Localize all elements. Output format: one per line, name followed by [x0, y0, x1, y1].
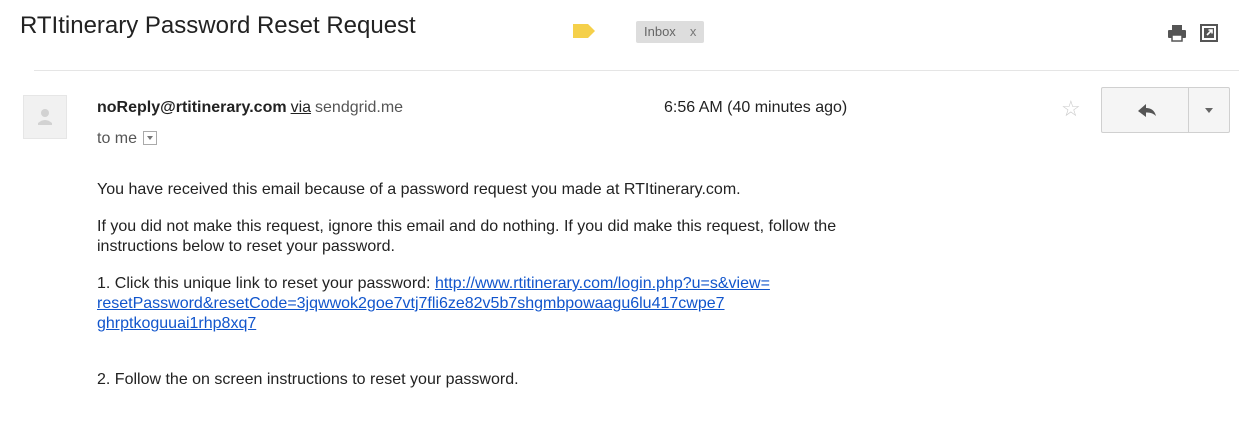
via-domain: sendgrid.me	[315, 99, 404, 116]
step-2-line: 2. Follow the on screen instructions to …	[97, 371, 519, 388]
sender-email[interactable]: noReply@rtitinerary.com	[97, 99, 287, 116]
avatar-placeholder-icon	[38, 109, 52, 125]
body-paragraph-2-line-1: If you did not make this request, ignore…	[97, 218, 837, 235]
more-actions-button[interactable]	[1189, 88, 1229, 132]
step-1-text: 1. Click this unique link to reset your …	[97, 275, 435, 292]
recipient-line: to me	[97, 130, 158, 148]
reply-button-group	[1101, 87, 1230, 133]
show-details-dropdown[interactable]	[143, 131, 158, 145]
email-timestamp: 6:56 AM (40 minutes ago)	[664, 99, 848, 116]
body-paragraph-1: You have received this email because of …	[97, 181, 741, 198]
reply-button[interactable]	[1102, 88, 1188, 132]
print-icon[interactable]	[1167, 24, 1187, 42]
remove-label-button[interactable]: x	[690, 24, 697, 39]
avatar	[23, 95, 67, 139]
reset-link-line-2: resetPassword&resetCode=3jqwwok2goe7vtj7…	[97, 294, 725, 314]
body-paragraph-2-line-2: instructions below to reset your passwor…	[97, 238, 395, 255]
importance-marker-icon[interactable]	[573, 24, 595, 38]
via-link[interactable]: via	[291, 99, 311, 116]
reset-link-line-3: ghrptkoguuai1rhp8xq7	[97, 314, 256, 334]
new-window-icon[interactable]	[1200, 24, 1218, 42]
reset-link-part-3[interactable]: ghrptkoguuai1rhp8xq7	[97, 315, 256, 332]
reset-link-part-1[interactable]: http://www.rtitinerary.com/login.php?u=s…	[435, 275, 770, 292]
star-icon[interactable]: ☆	[1061, 96, 1081, 122]
inbox-label-text: Inbox	[644, 24, 676, 39]
sender-line: noReply@rtitinerary.com via sendgrid.me	[97, 99, 403, 117]
email-header-bar: RTItinerary Password Reset Request Inbox…	[0, 0, 1239, 70]
reply-icon	[1138, 104, 1156, 117]
email-subject: RTItinerary Password Reset Request	[20, 12, 416, 39]
inbox-label-chip: Inbox x	[636, 21, 705, 43]
recipient-text: to me	[97, 130, 138, 147]
header-divider	[34, 70, 1239, 71]
reset-link-part-2[interactable]: resetPassword&resetCode=3jqwwok2goe7vtj7…	[97, 295, 725, 312]
step-1-line: 1. Click this unique link to reset your …	[97, 274, 770, 294]
